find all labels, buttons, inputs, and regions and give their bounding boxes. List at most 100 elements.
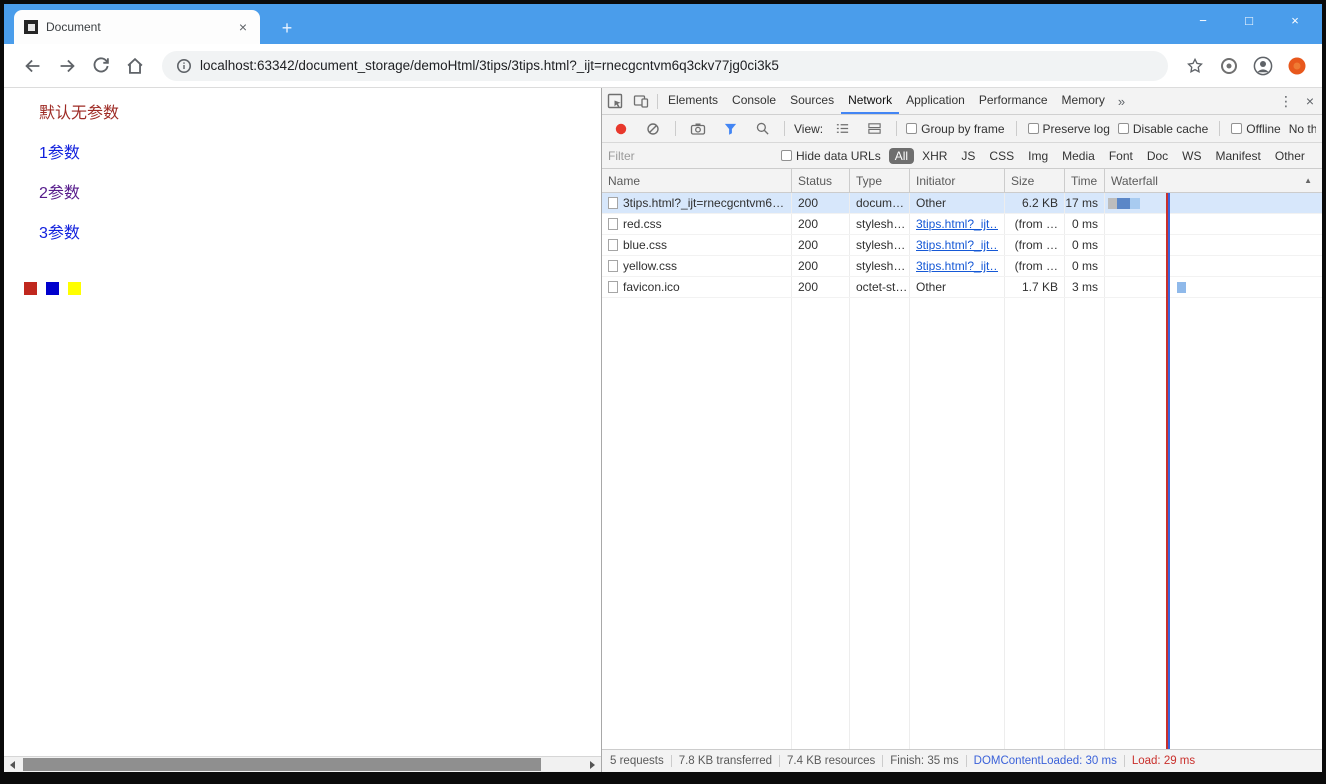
reload-button[interactable] xyxy=(86,51,116,81)
view-large-rows-icon[interactable] xyxy=(861,121,887,136)
cell-waterfall xyxy=(1105,235,1322,255)
hide-data-urls-option[interactable]: Hide data URLs xyxy=(781,149,881,163)
table-row[interactable]: red.css 200 stylesh… 3tips.html?_ijt… (from … xyxy=(602,214,1322,235)
url-input[interactable] xyxy=(200,58,1154,73)
info-icon[interactable] xyxy=(176,58,192,74)
filter-type-manifest[interactable]: Manifest xyxy=(1210,148,1267,164)
back-button[interactable] xyxy=(18,51,48,81)
tab-application[interactable]: Application xyxy=(899,88,972,114)
scroll-right-button[interactable] xyxy=(584,757,601,772)
device-toolbar-icon[interactable] xyxy=(628,88,654,114)
initiator-link[interactable]: 3tips.html?_ijt… xyxy=(916,238,998,252)
filter-type-js[interactable]: JS xyxy=(955,148,981,164)
checkbox-icon[interactable] xyxy=(906,123,918,134)
blue-square[interactable] xyxy=(46,282,59,295)
table-row[interactable]: blue.css 200 stylesh… 3tips.html?_ijt… (from… xyxy=(602,235,1322,256)
bookmark-star-icon[interactable] xyxy=(1180,51,1210,81)
red-square[interactable] xyxy=(24,282,37,295)
checkbox-icon[interactable] xyxy=(1117,123,1129,134)
checkbox-icon[interactable] xyxy=(1027,123,1039,134)
more-tabs-button[interactable]: » xyxy=(1112,88,1131,114)
initiator-link[interactable]: 3tips.html?_ijt… xyxy=(916,217,998,231)
filter-funnel-icon[interactable] xyxy=(717,121,743,136)
devtools-more-menu-icon[interactable]: ⋮ xyxy=(1274,93,1298,110)
page-link[interactable]: 1参数 xyxy=(39,144,601,164)
table-row[interactable]: 3tips.html?_ijt=rnecgcntvm6… 200 docum… Oth… xyxy=(602,193,1322,214)
scrollbar-track[interactable] xyxy=(21,757,584,772)
page-link[interactable]: 2参数 xyxy=(39,184,601,204)
browser-tab[interactable]: Document × xyxy=(14,10,260,44)
tab-elements[interactable]: Elements xyxy=(661,88,725,114)
column-header-waterfall[interactable]: Waterfall ▲ xyxy=(1105,169,1322,192)
scroll-right-icon xyxy=(590,760,595,769)
clear-icon[interactable] xyxy=(640,122,666,136)
tab-console[interactable]: Console xyxy=(725,88,783,114)
checkbox-icon[interactable] xyxy=(1231,123,1243,134)
filter-type-xhr[interactable]: XHR xyxy=(916,148,953,164)
tab-network[interactable]: Network xyxy=(841,88,900,114)
window-controls: − □ × xyxy=(1180,6,1318,34)
forward-button[interactable] xyxy=(52,51,82,81)
table-row[interactable]: yellow.css 200 stylesh… 3tips.html?_ijt… (fr… xyxy=(602,256,1322,277)
inspect-element-icon[interactable] xyxy=(602,88,628,114)
tab-performance[interactable]: Performance xyxy=(972,88,1055,114)
column-header-name[interactable]: Name xyxy=(602,169,792,192)
toolbar-option-disable-cache[interactable]: Disable cache xyxy=(1117,122,1208,136)
close-button[interactable]: × xyxy=(1272,6,1318,34)
filter-type-css[interactable]: CSS xyxy=(983,148,1020,164)
column-label: Initiator xyxy=(916,173,956,188)
url-bar[interactable] xyxy=(162,50,1168,81)
tab-memory[interactable]: Memory xyxy=(1055,88,1112,114)
page-link[interactable]: 3参数 xyxy=(39,224,601,244)
scroll-left-button[interactable] xyxy=(4,757,21,772)
column-label: Size xyxy=(1011,173,1035,188)
tab-sources[interactable]: Sources xyxy=(783,88,841,114)
toolbar-separator xyxy=(784,121,785,136)
initiator-link[interactable]: 3tips.html?_ijt… xyxy=(916,259,998,273)
cell-type: stylesh… xyxy=(850,235,910,255)
browser-menu-icon[interactable] xyxy=(1282,51,1312,81)
column-header-time[interactable]: Time xyxy=(1065,169,1105,192)
cell-status: 200 xyxy=(792,277,850,297)
status-separator xyxy=(779,755,781,767)
search-icon[interactable] xyxy=(749,121,775,136)
home-button[interactable] xyxy=(120,51,150,81)
devtools-close-icon[interactable]: × xyxy=(1298,93,1322,109)
filter-type-other[interactable]: Other xyxy=(1269,148,1311,164)
profile-avatar-icon[interactable] xyxy=(1248,51,1278,81)
cell-type: stylesh… xyxy=(850,214,910,234)
view-small-rows-icon[interactable] xyxy=(829,121,855,136)
throttle-select[interactable]: No throttl xyxy=(1289,122,1316,136)
capture-screenshots-icon[interactable] xyxy=(685,121,711,137)
scrollbar-thumb[interactable] xyxy=(23,758,541,771)
extension-icon[interactable] xyxy=(1214,51,1244,81)
minimize-button[interactable]: − xyxy=(1180,6,1226,34)
horizontal-scrollbar[interactable] xyxy=(4,756,601,772)
filter-input[interactable] xyxy=(608,148,773,163)
filter-type-media[interactable]: Media xyxy=(1056,148,1101,164)
tab-close-icon[interactable]: × xyxy=(234,19,252,35)
filter-type-ws[interactable]: WS xyxy=(1176,148,1207,164)
yellow-square[interactable] xyxy=(68,282,81,295)
checkbox-icon[interactable] xyxy=(781,150,792,161)
new-tab-button[interactable]: + xyxy=(276,19,298,37)
filter-type-all[interactable]: All xyxy=(888,147,915,164)
column-header-type[interactable]: Type xyxy=(850,169,910,192)
table-row[interactable]: favicon.ico 200 octet-st… Other 1.7 KB 3 ms xyxy=(602,277,1322,298)
column-label: Type xyxy=(856,173,883,188)
column-header-initiator[interactable]: Initiator xyxy=(910,169,1005,192)
page-link[interactable]: 默认无参数 xyxy=(39,104,601,124)
grid-line xyxy=(909,298,910,749)
filter-type-doc[interactable]: Doc xyxy=(1141,148,1174,164)
filter-type-img[interactable]: Img xyxy=(1022,148,1054,164)
filter-type-font[interactable]: Font xyxy=(1103,148,1139,164)
toolbar-option-group-by-frame[interactable]: Group by frame xyxy=(906,122,1005,136)
maximize-button[interactable]: □ xyxy=(1226,6,1272,34)
cell-initiator: 3tips.html?_ijt… xyxy=(910,214,1005,234)
toolbar-option-preserve-log[interactable]: Preserve log xyxy=(1027,122,1110,136)
cell-size: 1.7 KB xyxy=(1005,277,1065,297)
toolbar-option-offline[interactable]: Offline xyxy=(1231,122,1281,136)
column-header-size[interactable]: Size xyxy=(1005,169,1065,192)
record-icon[interactable] xyxy=(608,122,634,136)
column-header-status[interactable]: Status xyxy=(792,169,850,192)
